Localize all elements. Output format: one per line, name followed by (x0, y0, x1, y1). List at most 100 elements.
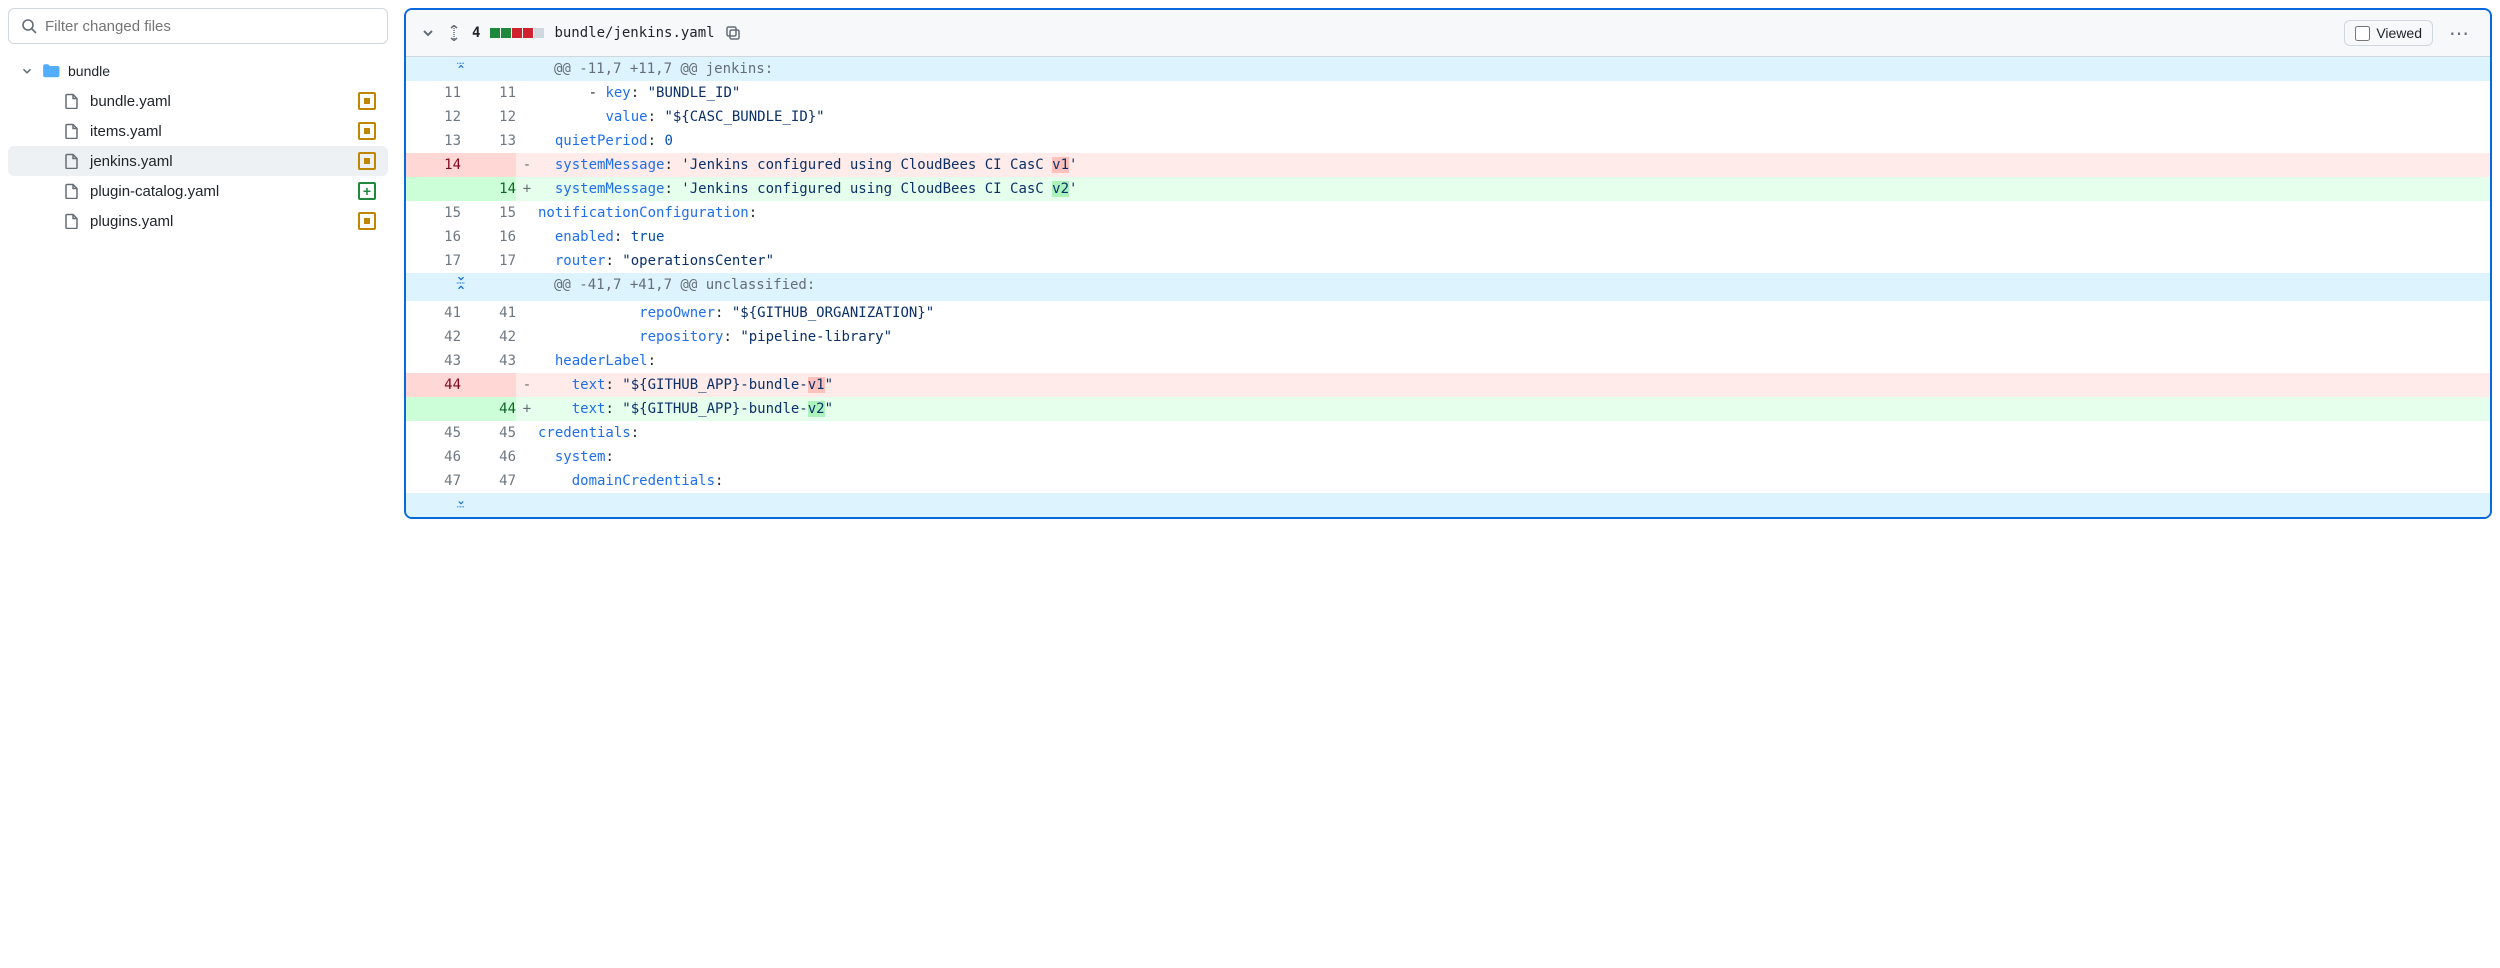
diff-header: 4 bundle/jenkins.yaml Viewed ⋯ (406, 10, 2490, 57)
expand-hunk-both-icon[interactable] (406, 273, 516, 301)
tree-folder-bundle[interactable]: bundle (8, 56, 388, 86)
diff-marker (516, 301, 538, 325)
diff-panel: 4 bundle/jenkins.yaml Viewed ⋯ @@ -11,7 … (404, 8, 2492, 519)
viewed-checkbox[interactable] (2355, 26, 2370, 41)
old-line-number (406, 177, 461, 201)
copy-path-icon[interactable] (725, 25, 741, 41)
old-line-number: 43 (406, 349, 461, 373)
folder-label: bundle (68, 63, 110, 79)
diff-stat-blocks (490, 28, 544, 38)
old-line-number: 15 (406, 201, 461, 225)
expand-all-icon[interactable] (446, 25, 462, 41)
filter-files-input[interactable] (45, 18, 375, 35)
diff-marker: + (516, 397, 538, 421)
file-icon (64, 123, 80, 139)
file-name: jenkins.yaml (90, 153, 173, 170)
diff-line[interactable]: 4545credentials: (406, 421, 2490, 445)
diff-line[interactable]: 44- text: "${GITHUB_APP}-bundle-v1" (406, 373, 2490, 397)
diff-marker (516, 201, 538, 225)
code-content: systemMessage: 'Jenkins configured using… (538, 177, 2490, 201)
diff-block-add (501, 28, 511, 38)
code-content: value: "${CASC_BUNDLE_ID}" (538, 105, 2490, 129)
diff-line[interactable]: 1111 - key: "BUNDLE_ID" (406, 81, 2490, 105)
collapse-file-icon[interactable] (420, 25, 436, 41)
diff-block-del (523, 28, 533, 38)
code-content: domainCredentials: (538, 469, 2490, 493)
diff-marker (516, 421, 538, 445)
diff-marker (516, 249, 538, 273)
file-icon (64, 153, 80, 169)
new-line-number: 44 (461, 397, 516, 421)
file-status-added-icon (358, 182, 376, 200)
old-line-number: 16 (406, 225, 461, 249)
diff-line[interactable]: 1313 quietPeriod: 0 (406, 129, 2490, 153)
diff-line[interactable]: 4141 repoOwner: "${GITHUB_ORGANIZATION}" (406, 301, 2490, 325)
old-line-number: 17 (406, 249, 461, 273)
hunk-header-text: @@ -41,7 +41,7 @@ unclassified: (538, 273, 2490, 301)
tree-file[interactable]: items.yaml (8, 116, 388, 146)
diff-line[interactable]: 14- systemMessage: 'Jenkins configured u… (406, 153, 2490, 177)
tree-file[interactable]: jenkins.yaml (8, 146, 388, 176)
old-line-number: 41 (406, 301, 461, 325)
diff-marker (516, 325, 538, 349)
diff-block-neutral (534, 28, 544, 38)
new-line-number: 42 (461, 325, 516, 349)
tree-file[interactable]: plugins.yaml (8, 206, 388, 236)
file-actions-menu[interactable]: ⋯ (2443, 21, 2476, 46)
code-content: credentials: (538, 421, 2490, 445)
code-content: notificationConfiguration: (538, 201, 2490, 225)
diff-marker: - (516, 153, 538, 177)
diff-line[interactable]: 1515notificationConfiguration: (406, 201, 2490, 225)
new-line-number: 43 (461, 349, 516, 373)
diff-line[interactable]: 14+ systemMessage: 'Jenkins configured u… (406, 177, 2490, 201)
diff-block-add (490, 28, 500, 38)
new-line-number (461, 373, 516, 397)
new-line-number: 17 (461, 249, 516, 273)
file-status-modified-icon (358, 152, 376, 170)
old-line-number: 47 (406, 469, 461, 493)
diff-line[interactable]: 44+ text: "${GITHUB_APP}-bundle-v2" (406, 397, 2490, 421)
diff-line[interactable]: 1616 enabled: true (406, 225, 2490, 249)
diff-line[interactable]: 1212 value: "${CASC_BUNDLE_ID}" (406, 105, 2490, 129)
code-content: repository: "pipeline-library" (538, 325, 2490, 349)
diff-stat-count: 4 (472, 25, 480, 41)
file-status-modified-icon (358, 92, 376, 110)
expand-hunk-up-icon[interactable] (406, 57, 516, 81)
code-content: systemMessage: 'Jenkins configured using… (538, 153, 2490, 177)
file-name: plugin-catalog.yaml (90, 183, 219, 200)
diff-marker (516, 225, 538, 249)
tree-file[interactable]: bundle.yaml (8, 86, 388, 116)
diff-line[interactable]: 4747 domainCredentials: (406, 469, 2490, 493)
new-line-number: 14 (461, 177, 516, 201)
hunk-header-text: @@ -11,7 +11,7 @@ jenkins: (538, 57, 2490, 81)
viewed-toggle[interactable]: Viewed (2344, 20, 2433, 46)
diff-line[interactable]: 4646 system: (406, 445, 2490, 469)
diff-line[interactable]: 4242 repository: "pipeline-library" (406, 325, 2490, 349)
old-line-number: 46 (406, 445, 461, 469)
diff-marker (516, 469, 538, 493)
code-content: repoOwner: "${GITHUB_ORGANIZATION}" (538, 301, 2490, 325)
file-name: bundle.yaml (90, 93, 171, 110)
diff-table: @@ -11,7 +11,7 @@ jenkins:1111 - key: "B… (406, 57, 2490, 517)
code-content: text: "${GITHUB_APP}-bundle-v2" (538, 397, 2490, 421)
diff-line[interactable]: 1717 router: "operationsCenter" (406, 249, 2490, 273)
viewed-label: Viewed (2376, 25, 2422, 41)
file-status-modified-icon (358, 212, 376, 230)
filter-files-input-wrapper[interactable] (8, 8, 388, 44)
diff-file-path[interactable]: bundle/jenkins.yaml (554, 25, 714, 41)
new-line-number: 11 (461, 81, 516, 105)
tree-file[interactable]: plugin-catalog.yaml (8, 176, 388, 206)
new-line-number: 41 (461, 301, 516, 325)
diff-line[interactable]: 4343 headerLabel: (406, 349, 2490, 373)
expand-hunk-down-icon[interactable] (406, 493, 516, 517)
diff-marker: + (516, 177, 538, 201)
new-line-number: 16 (461, 225, 516, 249)
file-list: bundle.yaml items.yaml jenkins.yaml plugin-… (8, 86, 388, 236)
code-content: enabled: true (538, 225, 2490, 249)
hunk-header: @@ -11,7 +11,7 @@ jenkins: (406, 57, 2490, 81)
file-icon (64, 213, 80, 229)
new-line-number: 45 (461, 421, 516, 445)
old-line-number: 12 (406, 105, 461, 129)
code-content: - key: "BUNDLE_ID" (538, 81, 2490, 105)
folder-icon (42, 62, 60, 80)
